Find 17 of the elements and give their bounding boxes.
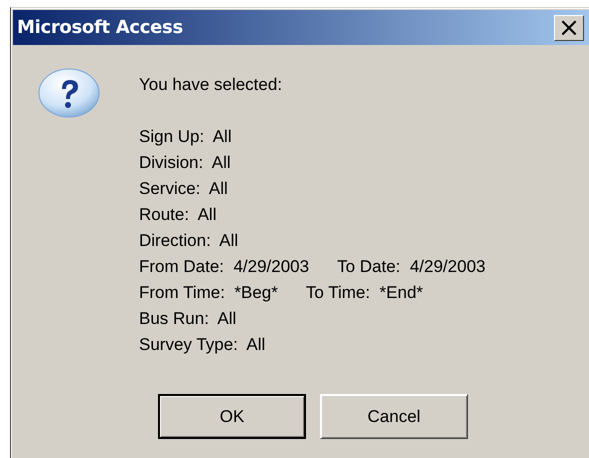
selection-text: Bus Run: All [139,309,236,329]
selection-text: To Time: *End* [306,283,424,303]
selection-text: Route: All [139,205,216,225]
selection-text: Division: All [139,153,231,173]
question-icon [37,67,101,119]
dialog-button[interactable]: OK [158,394,306,439]
selection-text: Survey Type: All [139,335,266,355]
selection-text: Service: All [139,179,228,199]
selection-text: Direction: All [139,231,238,251]
close-button[interactable]: × [554,14,584,40]
selection-text: From Time: *Beg* [139,283,278,303]
selection-text: Sign Up: All [139,127,232,147]
selection-text: From Date: 4/29/2003 [139,257,310,277]
selection-text: To Date: 4/29/2003 [337,257,486,277]
message-heading: You have selected: [139,74,284,96]
dialog-button[interactable]: Cancel [320,394,468,439]
window-title: Microsoft Access [17,17,183,38]
